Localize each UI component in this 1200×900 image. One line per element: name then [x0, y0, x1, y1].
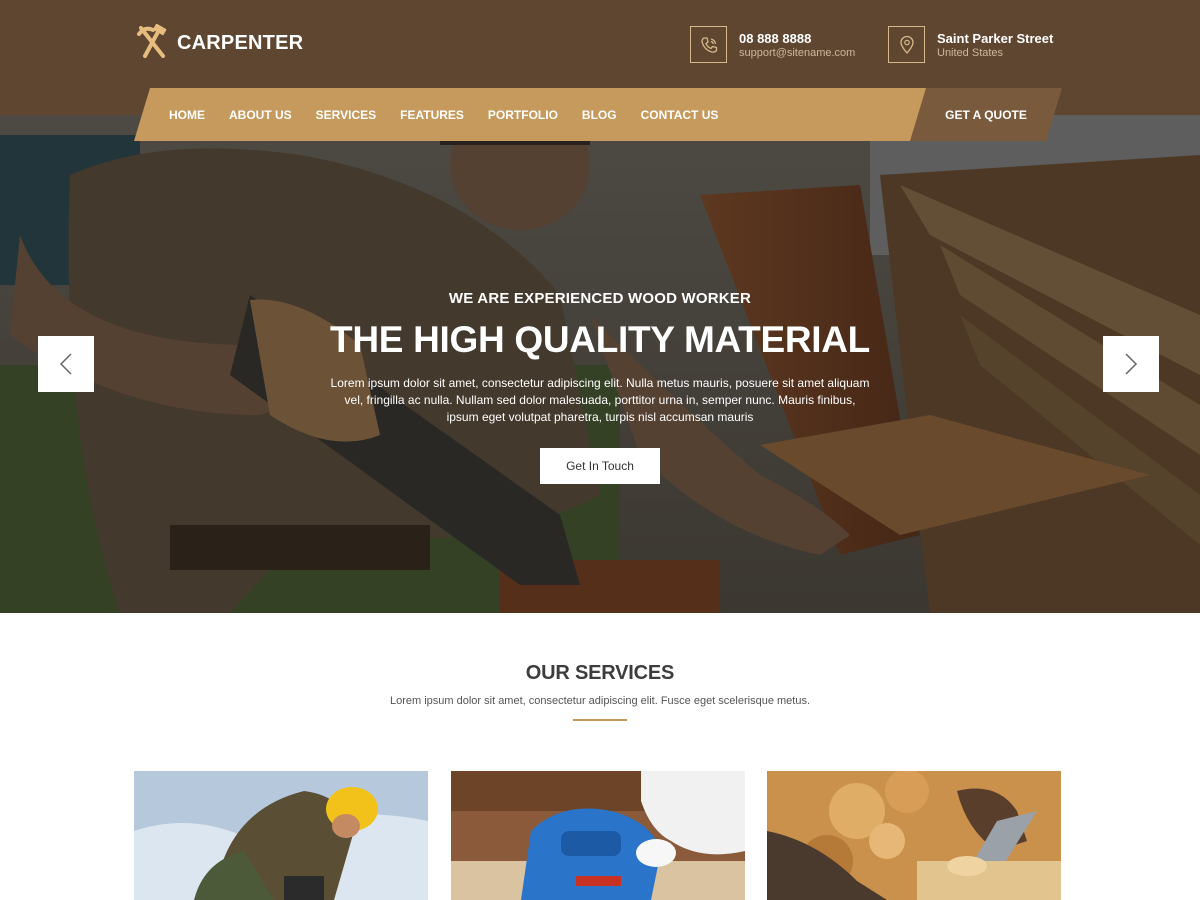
get-a-quote-label: GET A QUOTE: [945, 107, 1027, 122]
service-card-image[interactable]: [134, 771, 428, 900]
sander-tool-photo: [451, 771, 745, 900]
address-country: United States: [937, 46, 1004, 59]
main-nav: HOME ABOUT US SERVICES FEATURES PORTFOLI…: [134, 88, 927, 141]
get-a-quote-button[interactable]: GET A QUOTE: [910, 88, 1062, 141]
hero-description: Lorem ipsum dolor sit amet, consectetur …: [330, 376, 870, 424]
location-pin-icon: [888, 26, 925, 63]
get-in-touch-button[interactable]: Get In Touch: [540, 448, 660, 484]
chevron-right-icon: [1125, 353, 1138, 375]
chevron-left-icon: [59, 353, 72, 375]
address-street: Saint Parker Street: [937, 30, 1054, 46]
nav-item-about-us[interactable]: ABOUT US: [229, 108, 292, 122]
hammer-pickaxe-icon: [137, 24, 167, 58]
nav-item-home[interactable]: HOME: [169, 108, 205, 122]
services-divider: [573, 719, 627, 721]
hero-title: THE HIGH QUALITY MATERIAL: [330, 319, 870, 360]
nav-item-blog[interactable]: BLOG: [582, 108, 617, 122]
hero-caption: WE ARE EXPERIENCED WOOD WORKER THE HIGH …: [0, 290, 1200, 484]
service-card-image[interactable]: [767, 771, 1061, 900]
services-title: OUR SERVICES: [525, 662, 675, 684]
service-card-image[interactable]: [451, 771, 745, 900]
logo-text: CARPENTER: [177, 31, 304, 54]
services-section-header: OUR SERVICES Lorem ipsum dolor sit amet,…: [0, 662, 1200, 721]
support-email[interactable]: support@sitename.com: [739, 47, 855, 60]
contact-phone: 08 888 8888 support@sitename.com: [690, 26, 855, 63]
nav-item-portfolio[interactable]: PORTFOLIO: [488, 108, 558, 122]
slider-prev-button[interactable]: [38, 336, 94, 392]
phone-icon: [690, 26, 727, 63]
wood-carving-photo: [767, 771, 1061, 900]
hero-slider: WE ARE EXPERIENCED WOOD WORKER THE HIGH …: [0, 115, 1200, 613]
hero-kicker: WE ARE EXPERIENCED WOOD WORKER: [448, 290, 752, 307]
logo[interactable]: CARPENTER: [135, 24, 303, 62]
nav-item-features[interactable]: FEATURES: [400, 108, 464, 122]
nav-item-services[interactable]: SERVICES: [316, 108, 376, 122]
nav-item-contact-us[interactable]: CONTACT US: [641, 108, 719, 122]
phone-number[interactable]: 08 888 8888: [739, 30, 855, 47]
worker-roof-photo: [134, 771, 428, 900]
slider-next-button[interactable]: [1103, 336, 1159, 392]
contact-address: Saint Parker Street United States: [888, 26, 1053, 63]
services-subtitle: Lorem ipsum dolor sit amet, consectetur …: [389, 695, 811, 707]
